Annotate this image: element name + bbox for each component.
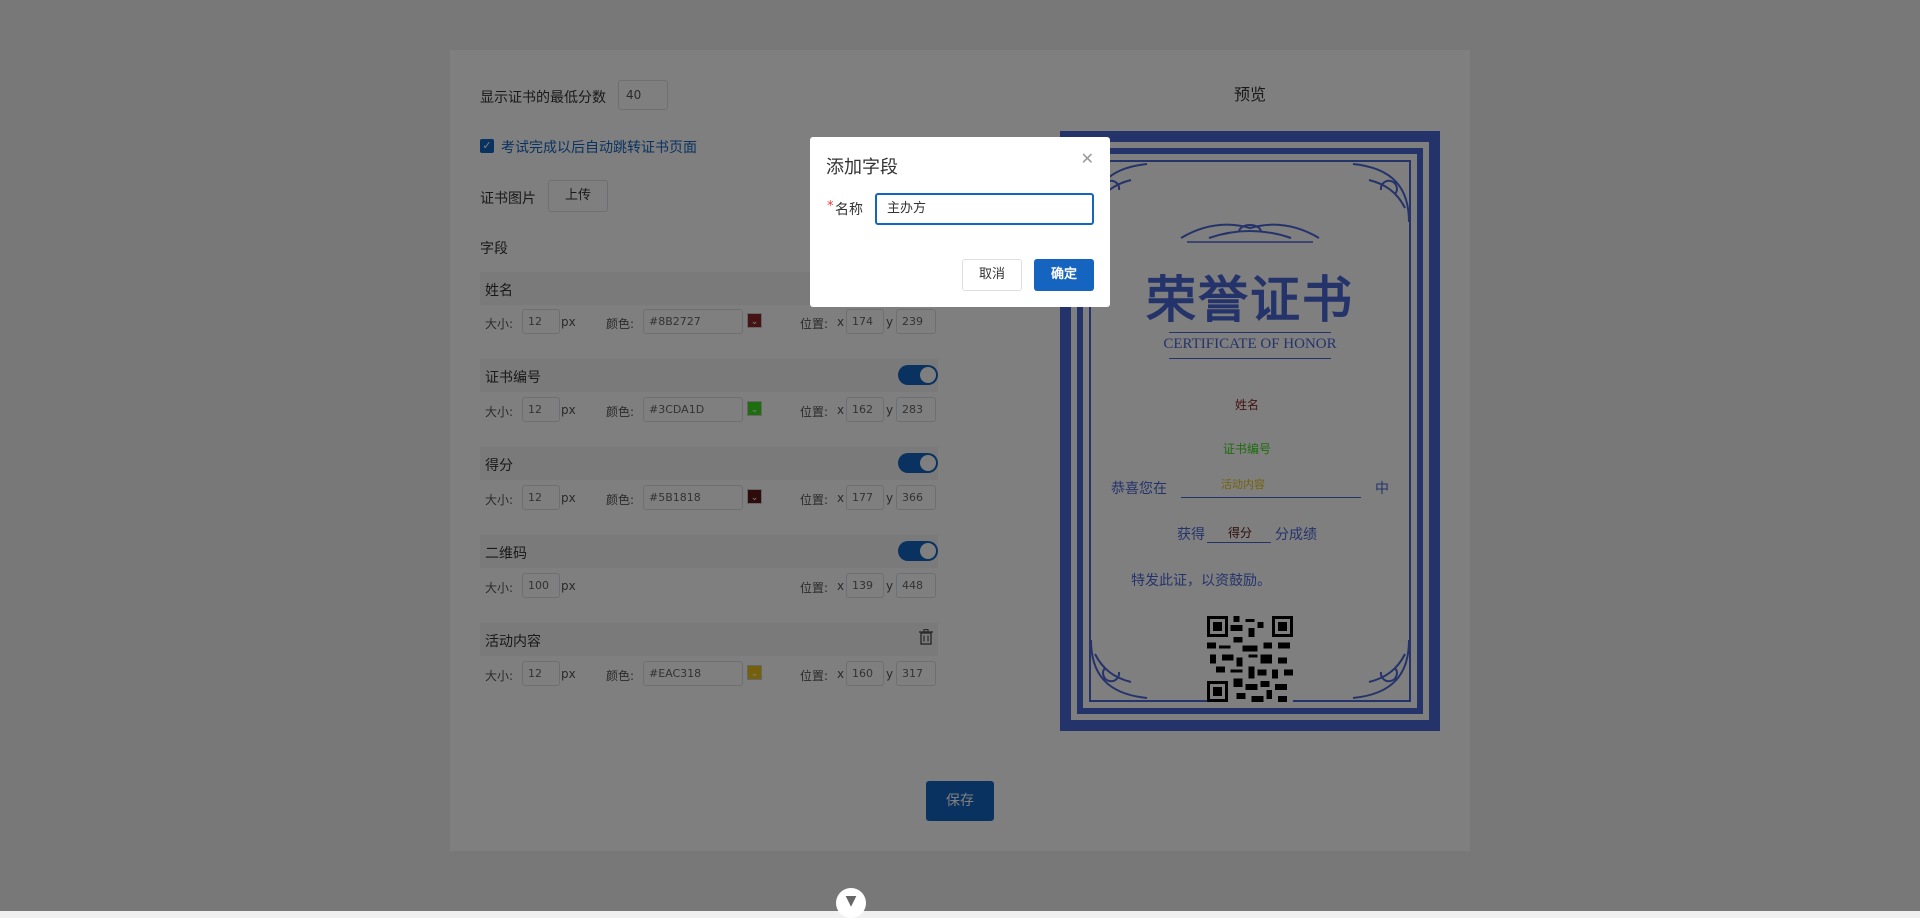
close-icon[interactable]: ✕ xyxy=(1081,149,1094,168)
chevron-down-icon: ▼ xyxy=(845,893,857,909)
scroll-down-button[interactable]: ▼ xyxy=(836,888,866,918)
add-field-dialog: 添加字段 ✕ * 名称 主办方 取消 确定 xyxy=(810,137,1110,307)
confirm-button[interactable]: 确定 xyxy=(1034,259,1094,291)
cancel-button[interactable]: 取消 xyxy=(962,259,1022,291)
dialog-title: 添加字段 xyxy=(826,157,898,178)
name-input[interactable]: 主办方 xyxy=(875,193,1094,225)
required-mark: * xyxy=(827,199,834,214)
name-field-label: 名称 xyxy=(835,202,863,218)
